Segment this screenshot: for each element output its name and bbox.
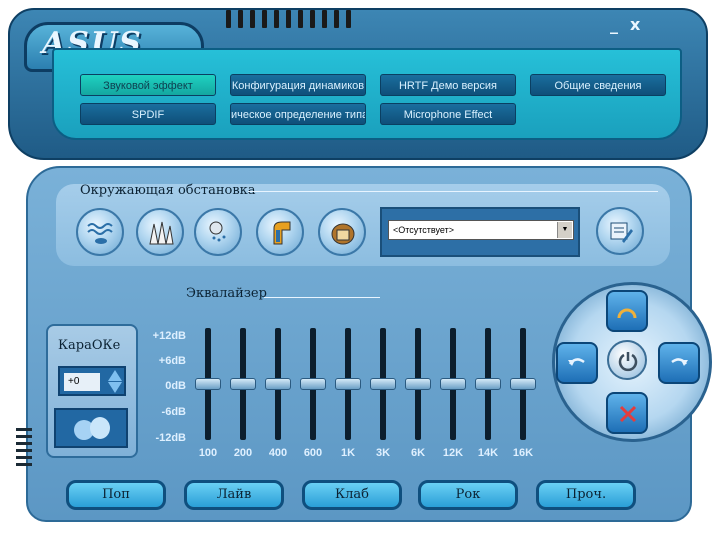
preset-live-button[interactable]: Лайв <box>184 480 284 510</box>
tab-spdif[interactable]: SPDIF <box>80 103 216 125</box>
eq-slider-thumb[interactable] <box>510 378 536 390</box>
stone-room-icon[interactable] <box>318 208 366 256</box>
eq-frequency-label: 1K <box>340 447 356 459</box>
eq-slider-thumb[interactable] <box>300 378 326 390</box>
concert-hall-icon[interactable] <box>136 208 184 256</box>
bathroom-icon[interactable] <box>194 208 242 256</box>
tab-speaker-config[interactable]: Конфигурация динамиков <box>230 74 366 96</box>
grip-bar <box>298 10 303 28</box>
preset-other-button[interactable]: Проч. <box>536 480 636 510</box>
eq-slider-thumb[interactable] <box>440 378 466 390</box>
grip-bar <box>16 442 32 445</box>
equalizer-title: Эквалайзер <box>186 286 267 301</box>
karaoke-value[interactable]: +0 <box>64 373 100 391</box>
tab-hrtf-demo[interactable]: HRTF Демо версия <box>380 74 516 96</box>
grip-bar <box>346 10 351 28</box>
eq-frequency-label: 12K <box>442 447 464 459</box>
eq-frequency-label: 3K <box>375 447 391 459</box>
close-button[interactable]: x <box>630 15 640 34</box>
rainbow-icon[interactable] <box>606 290 648 332</box>
settings-edit-icon[interactable] <box>596 207 644 255</box>
eq-frequency-label: 600 <box>303 447 323 459</box>
environment-title: Окружающая обстановка <box>80 183 256 198</box>
divider <box>264 297 380 298</box>
undo-icon[interactable] <box>556 342 598 384</box>
grip-bar <box>334 10 339 28</box>
grip-bar <box>226 10 231 28</box>
grip-bar <box>262 10 267 28</box>
eq-slider-thumb[interactable] <box>475 378 501 390</box>
karaoke-stepper[interactable]: +0 <box>58 366 126 396</box>
db-label: -6dB <box>161 406 186 418</box>
karaoke-label: КараОКе <box>58 338 121 353</box>
chevron-down-icon[interactable]: ▼ <box>557 222 572 238</box>
grip-bar <box>16 428 32 431</box>
power-icon[interactable] <box>607 340 647 380</box>
underwater-icon[interactable] <box>76 208 124 256</box>
db-label: -12dB <box>155 432 186 444</box>
db-label: +12dB <box>152 330 186 342</box>
voice-cancel-icon[interactable] <box>54 408 128 448</box>
eq-slider-thumb[interactable] <box>335 378 361 390</box>
divider <box>248 191 658 192</box>
tab-auto-jack-detect[interactable]: ическое определение типа <box>230 103 366 125</box>
grip-bar <box>286 10 291 28</box>
grip-bar <box>250 10 255 28</box>
preset-club-button[interactable]: Клаб <box>302 480 402 510</box>
tab-sound-effect[interactable]: Звуковой эффект <box>80 74 216 96</box>
eq-slider-thumb[interactable] <box>370 378 396 390</box>
eq-slider-thumb[interactable] <box>195 378 221 390</box>
grip-bar <box>274 10 279 28</box>
sewer-pipe-icon[interactable] <box>256 208 304 256</box>
tab-info[interactable]: Общие сведения <box>530 74 666 96</box>
eq-frequency-label: 100 <box>198 447 218 459</box>
eq-slider-thumb[interactable] <box>265 378 291 390</box>
eq-frequency-label: 200 <box>233 447 253 459</box>
eq-slider-thumb[interactable] <box>230 378 256 390</box>
tab-microphone-effect[interactable]: Microphone Effect <box>380 103 516 125</box>
eq-frequency-label: 16K <box>512 447 534 459</box>
grip-bar <box>16 456 32 459</box>
environment-select[interactable]: <Отсутствует> ▼ <box>388 220 574 240</box>
reset-x-icon[interactable] <box>606 392 648 434</box>
grip-bar <box>16 449 32 452</box>
grip-bar <box>238 10 243 28</box>
preset-rock-button[interactable]: Рок <box>418 480 518 510</box>
arrow-down-icon[interactable] <box>108 382 122 393</box>
minimize-button[interactable]: _ <box>610 15 618 34</box>
eq-slider-thumb[interactable] <box>405 378 431 390</box>
arrow-up-icon[interactable] <box>108 370 122 381</box>
grip-bar <box>310 10 315 28</box>
eq-frequency-label: 6K <box>410 447 426 459</box>
eq-frequency-label: 400 <box>268 447 288 459</box>
grip-bar <box>16 463 32 466</box>
redo-icon[interactable] <box>658 342 700 384</box>
asus-audio-app: ASUS _ x Звуковой эффект Конфигурация ди… <box>0 0 716 536</box>
db-label: +6dB <box>158 355 186 367</box>
grip-bar <box>16 435 32 438</box>
preset-pop-button[interactable]: Поп <box>66 480 166 510</box>
eq-frequency-label: 14K <box>477 447 499 459</box>
db-label: 0dB <box>165 380 186 392</box>
environment-select-value: <Отсутствует> <box>393 225 454 235</box>
grip-bar <box>322 10 327 28</box>
